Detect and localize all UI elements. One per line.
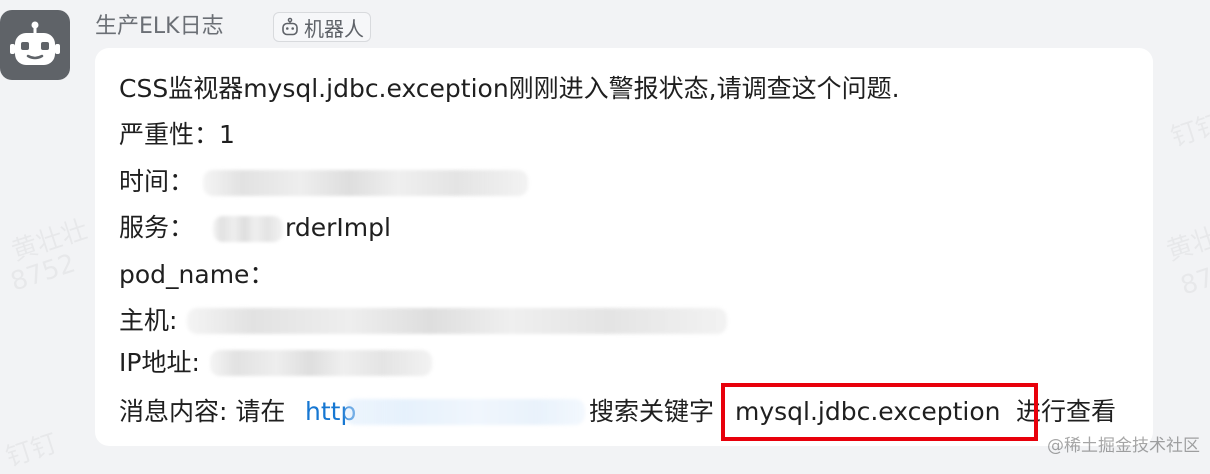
keyword-highlight-box [721, 383, 1038, 441]
redacted-service [213, 216, 283, 242]
message-bubble: CSS监视器mysql.jdbc.exception刚刚进入警报状态,请调查这个… [95, 48, 1153, 446]
pod-name-label: pod_name： [119, 260, 275, 289]
ip-label: IP地址: [119, 348, 200, 377]
watermark-text: 钉钉 [1166, 103, 1210, 154]
redacted-host [187, 308, 727, 334]
service-row: 服务： [119, 211, 194, 245]
redacted-ip [210, 350, 432, 376]
robot-icon [10, 21, 60, 65]
bot-tag-label: 机器人 [304, 16, 364, 41]
bot-avatar[interactable] [0, 10, 70, 80]
watermark-text: 黄壮壮 [1161, 209, 1210, 268]
host-label: 主机: [119, 306, 178, 335]
watermark-text: 8752 [7, 249, 79, 298]
content-label: 消息内容: 请在 [119, 397, 286, 426]
host-row: 主机: [119, 304, 177, 338]
sender-name[interactable]: 生产ELK日志 [95, 12, 224, 42]
redacted-time [203, 170, 528, 196]
service-label: 服务： [119, 213, 195, 242]
watermark-text: 钉钉 [1, 423, 62, 474]
ip-row: IP地址: [119, 346, 200, 380]
time-label: 时间： [119, 167, 195, 196]
service-value: rderImpl [285, 213, 391, 242]
pod-name-row: pod_name： [119, 258, 274, 292]
alert-title: CSS监视器mysql.jdbc.exception刚刚进入警报状态,请调查这个… [119, 74, 900, 103]
content-middle: 搜索关键字 [589, 397, 715, 426]
severity-label: 严重性： [119, 120, 220, 149]
source-watermark: @稀土掘金技术社区 [1047, 436, 1200, 456]
watermark-text: 黄壮壮 [6, 209, 92, 268]
redacted-link [345, 399, 585, 425]
severity-value: 1 [219, 120, 235, 149]
robot-icon [282, 17, 298, 36]
bot-tag: 机器人 [273, 12, 371, 42]
watermark-text: 8752 [1177, 253, 1210, 302]
time-row: 时间： [119, 165, 194, 199]
severity-row: 严重性：1 [119, 118, 235, 152]
